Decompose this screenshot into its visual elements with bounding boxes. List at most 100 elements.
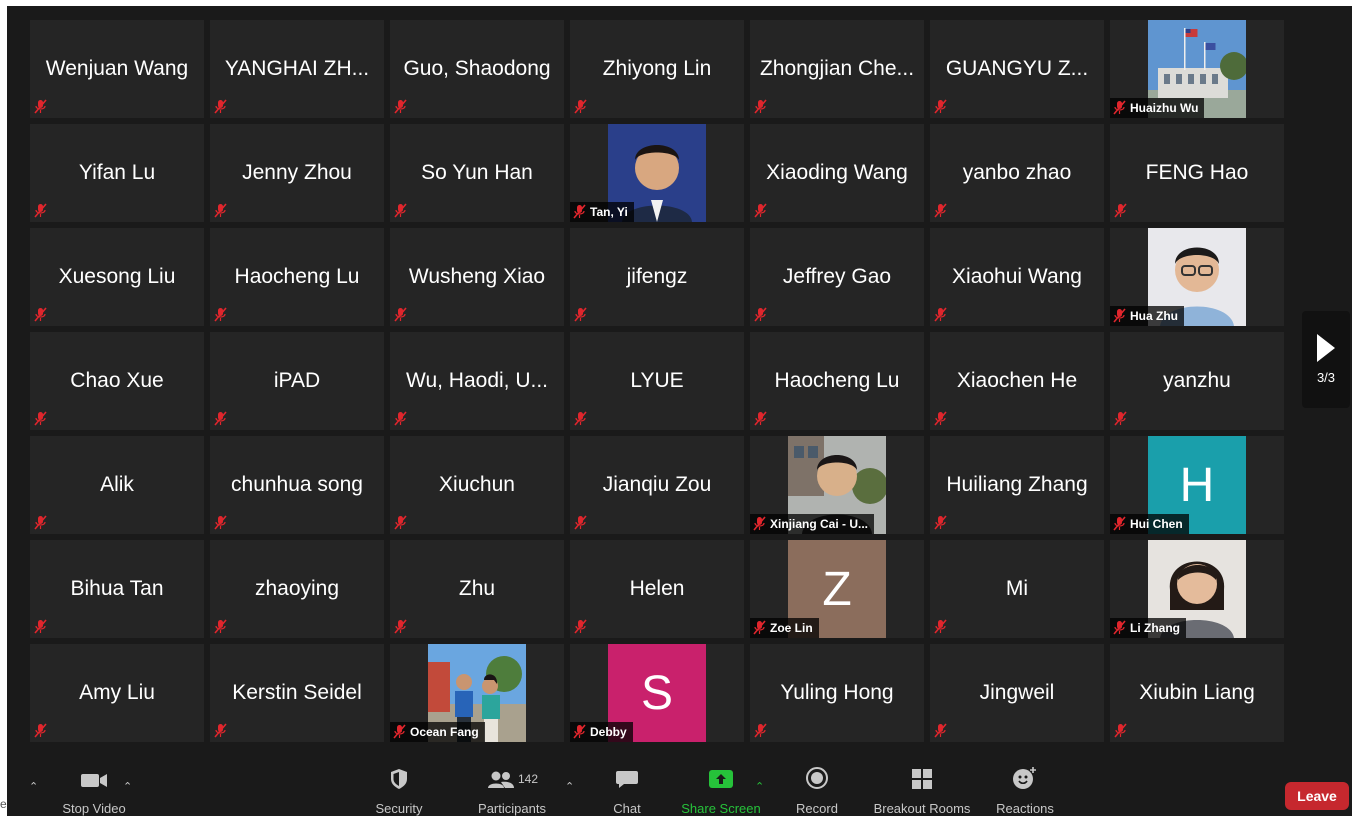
- participant-tile[interactable]: Mi: [930, 540, 1104, 638]
- participant-name: Wenjuan Wang: [45, 57, 189, 80]
- muted-mic-icon: [574, 99, 587, 114]
- participant-tile[interactable]: chunhua song: [210, 436, 384, 534]
- reactions-icon: [1012, 760, 1038, 790]
- participant-name-label: Li Zhang: [1110, 618, 1186, 638]
- participant-name: Yifan Lu: [78, 161, 156, 184]
- muted-mic-icon: [1113, 308, 1126, 323]
- participant-tile[interactable]: YANGHAI ZH...: [210, 20, 384, 118]
- participant-tile[interactable]: Wenjuan Wang: [30, 20, 204, 118]
- participant-tile[interactable]: So Yun Han: [390, 124, 564, 222]
- muted-mic-icon: [34, 99, 47, 114]
- stop-video-button[interactable]: Stop Video: [59, 760, 129, 816]
- participant-tile[interactable]: Jianqiu Zou: [570, 436, 744, 534]
- participant-name: Jeffrey Gao: [782, 265, 892, 288]
- muted-mic-icon: [394, 99, 407, 114]
- participant-name: Bihua Tan: [70, 577, 164, 600]
- participant-name: yanbo zhao: [962, 161, 1072, 184]
- muted-mic-icon: [573, 204, 586, 219]
- participant-tile[interactable]: Xiaochen He: [930, 332, 1104, 430]
- participant-tile[interactable]: Chao Xue: [30, 332, 204, 430]
- share-screen-icon: [708, 760, 734, 790]
- security-button[interactable]: Security: [369, 760, 429, 816]
- participant-tile[interactable]: Tan, Yi: [570, 124, 744, 222]
- participant-tile[interactable]: FENG Hao: [1110, 124, 1284, 222]
- participant-tile[interactable]: Haocheng Lu: [210, 228, 384, 326]
- muted-mic-icon: [34, 307, 47, 322]
- participant-tile[interactable]: Alik: [30, 436, 204, 534]
- audio-options-caret[interactable]: ⌃: [29, 780, 38, 793]
- participant-tile[interactable]: Yifan Lu: [30, 124, 204, 222]
- participant-tile[interactable]: zhaoying: [210, 540, 384, 638]
- leave-button[interactable]: Leave: [1285, 782, 1349, 810]
- participant-tile[interactable]: Xiaoding Wang: [750, 124, 924, 222]
- participant-tile[interactable]: H Hui Chen: [1110, 436, 1284, 534]
- participant-tile[interactable]: Helen: [570, 540, 744, 638]
- participant-tile[interactable]: Xinjiang Cai - U...: [750, 436, 924, 534]
- video-options-caret[interactable]: ⌃: [123, 780, 132, 793]
- participant-name: Jingweil: [979, 681, 1055, 704]
- meeting-window: Wenjuan Wang YANGHAI ZH... Guo, Shaodong Zh…: [7, 6, 1352, 816]
- participant-tile[interactable]: Xiuchun: [390, 436, 564, 534]
- participant-tile[interactable]: Huaizhu Wu: [1110, 20, 1284, 118]
- participant-tile[interactable]: jifengz: [570, 228, 744, 326]
- participant-tile[interactable]: Ocean Fang: [390, 644, 564, 742]
- participant-tile[interactable]: Li Zhang: [1110, 540, 1284, 638]
- participant-tile[interactable]: Xuesong Liu: [30, 228, 204, 326]
- muted-mic-icon: [34, 723, 47, 738]
- participant-tile[interactable]: Z Zoe Lin: [750, 540, 924, 638]
- participant-name: FENG Hao: [1145, 161, 1249, 184]
- muted-mic-icon: [934, 515, 947, 530]
- participant-tile[interactable]: Huiliang Zhang: [930, 436, 1104, 534]
- participant-name: Chao Xue: [70, 369, 164, 392]
- participant-name: Hui Chen: [1130, 517, 1183, 531]
- reactions-button[interactable]: Reactions: [993, 760, 1057, 816]
- participant-tile[interactable]: Xiubin Liang: [1110, 644, 1284, 742]
- share-options-caret[interactable]: ⌃: [755, 780, 764, 793]
- participant-tile[interactable]: Jingweil: [930, 644, 1104, 742]
- participants-icon: 142: [486, 760, 538, 790]
- participants-button[interactable]: 142 Participants: [472, 760, 552, 816]
- chat-button[interactable]: Chat: [605, 760, 649, 816]
- participant-tile[interactable]: Hua Zhu: [1110, 228, 1284, 326]
- participant-tile[interactable]: Haocheng Lu: [750, 332, 924, 430]
- muted-mic-icon: [573, 724, 586, 739]
- record-button[interactable]: Record: [789, 760, 845, 816]
- participant-name: jifengz: [626, 265, 688, 288]
- participant-tile[interactable]: Amy Liu: [30, 644, 204, 742]
- muted-mic-icon: [214, 203, 227, 218]
- muted-mic-icon: [394, 411, 407, 426]
- muted-mic-icon: [574, 619, 587, 634]
- participant-tile[interactable]: LYUE: [570, 332, 744, 430]
- participant-tile[interactable]: Zhiyong Lin: [570, 20, 744, 118]
- participant-tile[interactable]: Zhongjian Che...: [750, 20, 924, 118]
- participant-tile[interactable]: Jenny Zhou: [210, 124, 384, 222]
- muted-mic-icon: [753, 620, 766, 635]
- participant-tile[interactable]: Yuling Hong: [750, 644, 924, 742]
- breakout-rooms-button[interactable]: Breakout Rooms: [870, 760, 974, 816]
- next-page-button[interactable]: 3/3: [1302, 311, 1350, 408]
- participant-tile[interactable]: Wu, Haodi, U...: [390, 332, 564, 430]
- participant-name: Zhu: [458, 577, 496, 600]
- participant-tile[interactable]: Zhu: [390, 540, 564, 638]
- participant-tile[interactable]: iPAD: [210, 332, 384, 430]
- muted-mic-icon: [214, 515, 227, 530]
- participant-name: Xinjiang Cai - U...: [770, 517, 869, 531]
- muted-mic-icon: [934, 723, 947, 738]
- participant-tile[interactable]: Bihua Tan: [30, 540, 204, 638]
- participant-tile[interactable]: Jeffrey Gao: [750, 228, 924, 326]
- participant-tile[interactable]: Wusheng Xiao: [390, 228, 564, 326]
- participant-tile[interactable]: GUANGYU Z...: [930, 20, 1104, 118]
- participant-tile[interactable]: yanzhu: [1110, 332, 1284, 430]
- participant-name: GUANGYU Z...: [945, 57, 1089, 80]
- muted-mic-icon: [934, 411, 947, 426]
- participant-tile[interactable]: Xiaohui Wang: [930, 228, 1104, 326]
- participant-tile[interactable]: S Debby: [570, 644, 744, 742]
- participants-options-caret[interactable]: ⌃: [565, 780, 574, 793]
- participant-tile[interactable]: Guo, Shaodong: [390, 20, 564, 118]
- participant-name: Haocheng Lu: [774, 369, 900, 392]
- participant-tile[interactable]: Kerstin Seidel: [210, 644, 384, 742]
- muted-mic-icon: [934, 307, 947, 322]
- share-screen-button[interactable]: Share Screen: [677, 760, 765, 816]
- participant-tile[interactable]: yanbo zhao: [930, 124, 1104, 222]
- participant-name: Guo, Shaodong: [403, 57, 551, 80]
